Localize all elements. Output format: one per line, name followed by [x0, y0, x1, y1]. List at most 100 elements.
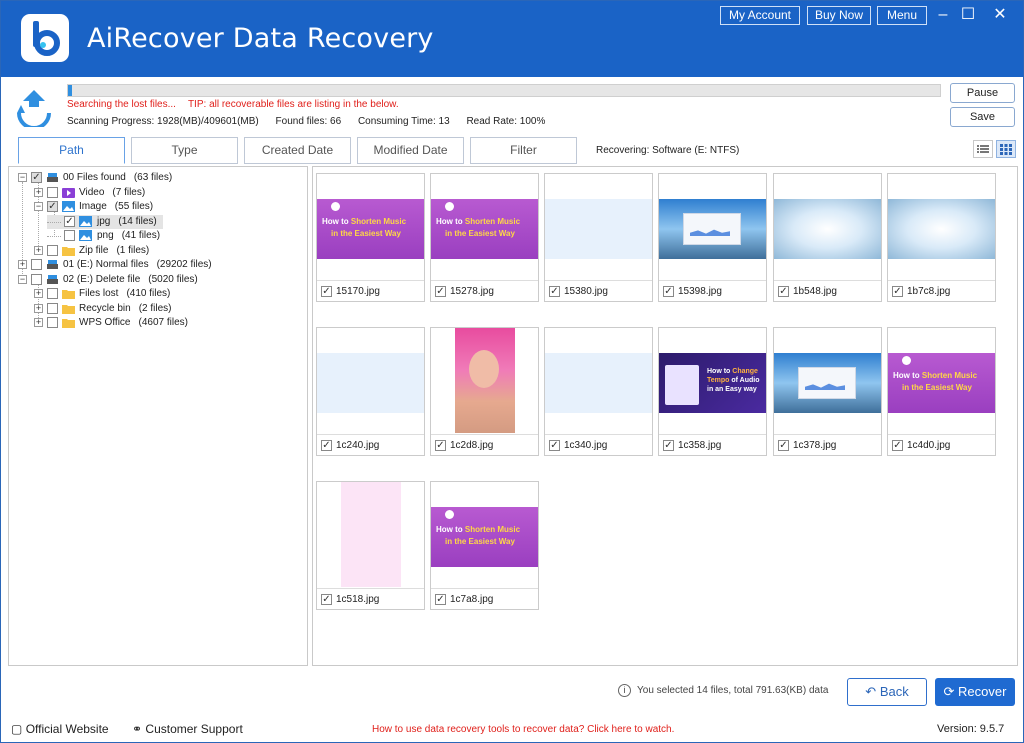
my-account-button[interactable]: My Account [720, 6, 800, 25]
file-card[interactable]: ✓ 1c340.jpg [544, 327, 653, 456]
file-card[interactable]: How to Shorten Music in the Easiest Way ✓ 1… [887, 327, 996, 456]
file-card[interactable]: ✓ 1c378.jpg [773, 327, 882, 456]
menu-button[interactable]: Menu [877, 6, 927, 25]
file-card[interactable]: How to Shorten Music in the Easiest Way ✓ 1… [316, 173, 425, 302]
minimize-icon[interactable]: – [931, 5, 955, 25]
save-button[interactable]: Save [950, 107, 1015, 127]
customer-support-link[interactable]: ⚭ Customer Support [132, 722, 243, 736]
checkbox[interactable]: ✓ [64, 216, 75, 227]
checkbox[interactable] [47, 288, 58, 299]
tree-item-jpg[interactable]: ✓ jpg (14 files) [47, 215, 163, 229]
file-checkbox[interactable]: ✓ [435, 594, 446, 605]
file-card-footer: ✓ 1c240.jpg [317, 434, 424, 455]
file-card[interactable]: ✓ 1b548.jpg [773, 173, 882, 302]
checkbox[interactable] [47, 317, 58, 328]
file-card-footer: ✓ 1c378.jpg [774, 434, 881, 455]
file-checkbox[interactable]: ✓ [892, 286, 903, 297]
file-thumbnail [888, 174, 995, 279]
checkbox[interactable] [31, 259, 42, 270]
tree-item-video[interactable]: + Video (7 files) [31, 186, 301, 200]
file-checkbox[interactable]: ✓ [778, 440, 789, 451]
help-video-link[interactable]: How to use data recovery tools to recove… [372, 724, 674, 735]
expand-icon[interactable]: + [34, 318, 43, 327]
file-card[interactable]: How to Change Tempo of Audio in an Easy wa… [658, 327, 767, 456]
tree-item-delete-file[interactable]: − 02 (E:) Delete file (5020 files) [15, 273, 305, 287]
tab-type[interactable]: Type [131, 137, 238, 164]
collapse-icon[interactable]: − [18, 275, 27, 284]
file-card[interactable]: How to Shorten Music in the Easiest Way ✓ 1… [430, 481, 539, 610]
file-card[interactable]: ✓ 1c240.jpg [316, 327, 425, 456]
tab-path[interactable]: Path [18, 137, 125, 164]
thumb-line1: How to [707, 368, 731, 375]
back-button[interactable]: ↶ Back [847, 678, 927, 706]
tree-item-zip[interactable]: + Zip file (1 files) [31, 244, 301, 258]
file-checkbox[interactable]: ✓ [321, 440, 332, 451]
maximize-icon[interactable]: ☐ [956, 5, 980, 25]
expand-icon[interactable]: + [18, 260, 27, 269]
file-thumbnail [431, 328, 538, 433]
tree-label: Zip file [79, 245, 109, 256]
file-card[interactable]: How to Shorten Music in the Easiest Way ✓ 1… [430, 173, 539, 302]
support-label: Customer Support [145, 722, 243, 736]
file-checkbox[interactable]: ✓ [549, 286, 560, 297]
tree-item-files-lost[interactable]: + Files lost (410 files) [31, 287, 301, 301]
collapse-icon[interactable]: − [34, 202, 43, 211]
expand-icon[interactable]: + [34, 246, 43, 255]
checkbox[interactable] [64, 230, 75, 241]
file-thumbnail [774, 174, 881, 279]
file-checkbox[interactable]: ✓ [435, 440, 446, 451]
file-checkbox[interactable]: ✓ [892, 440, 903, 451]
tree-count: (1 files) [116, 245, 150, 256]
list-view-icon[interactable] [973, 140, 993, 158]
file-checkbox[interactable]: ✓ [435, 286, 446, 297]
tree-label: Image [79, 201, 107, 212]
file-checkbox[interactable]: ✓ [663, 286, 674, 297]
file-card[interactable]: ✓ 1c518.jpg [316, 481, 425, 610]
file-thumbnail [317, 482, 424, 587]
file-card[interactable]: ✓ 1b7c8.jpg [887, 173, 996, 302]
progress-label: Scanning Progress: 1928(MB)/409601(MB) [67, 116, 259, 127]
checkbox[interactable] [47, 245, 58, 256]
file-checkbox[interactable]: ✓ [663, 440, 674, 451]
thumb-tempo: Tempo [707, 377, 730, 384]
file-checkbox[interactable]: ✓ [549, 440, 560, 451]
file-card[interactable]: ✓ 1c2d8.jpg [430, 327, 539, 456]
file-checkbox[interactable]: ✓ [321, 286, 332, 297]
checkbox[interactable] [31, 274, 42, 285]
tree-count: (5020 files) [148, 274, 198, 285]
file-thumbnail [545, 174, 652, 279]
thumbnail-art [341, 482, 401, 587]
expand-icon[interactable]: + [34, 304, 43, 313]
close-icon[interactable]: ✕ [988, 5, 1012, 25]
grid-view-icon[interactable] [996, 140, 1016, 158]
thumbnail-art: How to Shorten Music in the Easiest Way [431, 507, 538, 567]
recover-button[interactable]: ⟳ Recover [935, 678, 1015, 706]
file-checkbox[interactable]: ✓ [778, 286, 789, 297]
thumb-shorten: Shorten Music [350, 217, 407, 226]
buy-now-button[interactable]: Buy Now [807, 6, 871, 25]
tree-item-files-found[interactable]: − ✓ 00 Files found (63 files) [15, 171, 305, 185]
image-icon [79, 230, 92, 241]
expand-icon[interactable]: + [34, 289, 43, 298]
tree-item-recycle-bin[interactable]: + Recycle bin (2 files) [31, 302, 301, 316]
checkbox[interactable]: ✓ [31, 172, 42, 183]
tab-modified-date[interactable]: Modified Date [357, 137, 464, 164]
tab-filter[interactable]: Filter [470, 137, 577, 164]
file-card[interactable]: ✓ 15380.jpg [544, 173, 653, 302]
thumbnail-text: How to Shorten Music [436, 217, 520, 226]
tree-item-wps-office[interactable]: + WPS Office (4607 files) [31, 316, 301, 330]
checkbox[interactable] [47, 187, 58, 198]
file-card[interactable]: ✓ 15398.jpg [658, 173, 767, 302]
tab-created-date[interactable]: Created Date [244, 137, 351, 164]
pause-button[interactable]: Pause [950, 83, 1015, 103]
tree-item-png[interactable]: png (41 files) [47, 229, 207, 243]
file-checkbox[interactable]: ✓ [321, 594, 332, 605]
tree-item-normal-files[interactable]: + 01 (E:) Normal files (29202 files) [15, 258, 305, 272]
checkbox[interactable]: ✓ [47, 201, 58, 212]
thumb-line3: in an Easy way [707, 386, 757, 393]
checkbox[interactable] [47, 303, 58, 314]
tree-item-image[interactable]: − ✓ Image (55 files) [31, 200, 301, 214]
expand-icon[interactable]: + [34, 188, 43, 197]
official-website-link[interactable]: ▢ Official Website [11, 722, 109, 736]
collapse-icon[interactable]: − [18, 173, 27, 182]
